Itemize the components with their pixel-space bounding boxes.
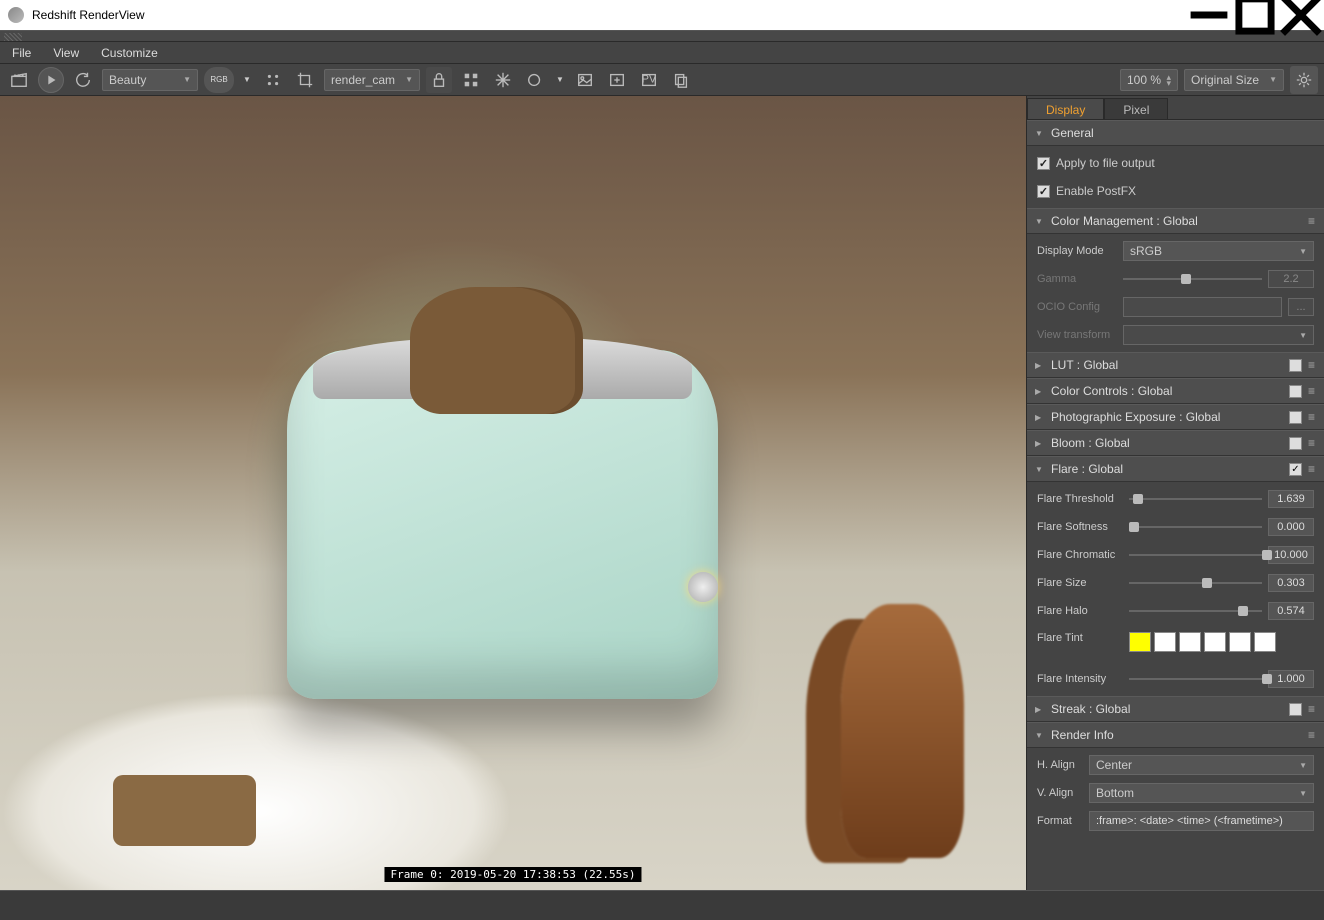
- view-transform-dropdown: ▼: [1123, 325, 1314, 345]
- valign-dropdown[interactable]: Bottom▼: [1089, 783, 1314, 803]
- flare-chromatic-slider[interactable]: [1129, 548, 1262, 562]
- window-title: Redshift RenderView: [32, 8, 1186, 22]
- circle-icon[interactable]: [522, 67, 548, 93]
- play-button[interactable]: [38, 67, 64, 93]
- ocio-config-field: [1123, 297, 1282, 317]
- gamma-value: 2.2: [1268, 270, 1314, 288]
- scene-toast: [410, 287, 574, 414]
- flare-threshold-value[interactable]: 1.639: [1268, 490, 1314, 508]
- apply-file-output-checkbox[interactable]: ✓: [1037, 157, 1050, 170]
- toolbar: Beauty▼ RGB ▼ render_cam▼ ▼ PV 100 %▴▾ O…: [0, 64, 1324, 96]
- section-flare-header[interactable]: ▼Flare : Global✓≡: [1027, 456, 1324, 482]
- panel-tabs: Display Pixel: [1027, 96, 1324, 120]
- flare-tint-swatch-5[interactable]: [1254, 632, 1276, 652]
- flare-size-slider[interactable]: [1129, 576, 1262, 590]
- flare-tint-swatch-3[interactable]: [1204, 632, 1226, 652]
- scene-shakers: [841, 604, 964, 858]
- flare-tint-swatch-2[interactable]: [1179, 632, 1201, 652]
- bloom-enable-checkbox[interactable]: [1289, 437, 1302, 450]
- menu-view[interactable]: View: [47, 44, 85, 62]
- flare-tint-swatch-1[interactable]: [1154, 632, 1176, 652]
- close-button[interactable]: [1278, 0, 1324, 30]
- dock-grip[interactable]: [0, 30, 1324, 42]
- maximize-button[interactable]: [1232, 0, 1278, 30]
- flare-tint-swatch-0[interactable]: [1129, 632, 1151, 652]
- copy-icon[interactable]: [668, 67, 694, 93]
- window-titlebar: Redshift RenderView: [0, 0, 1324, 30]
- flare-halo-value[interactable]: 0.574: [1268, 602, 1314, 620]
- menubar: File View Customize: [0, 42, 1324, 64]
- section-color-controls-header[interactable]: ▶Color Controls : Global≡: [1027, 378, 1324, 404]
- photo-exposure-enable-checkbox[interactable]: [1289, 411, 1302, 424]
- grid-icon[interactable]: [458, 67, 484, 93]
- properties-panel: Display Pixel ▼General ✓ Apply to file o…: [1026, 96, 1324, 890]
- svg-text:PV: PV: [642, 73, 657, 85]
- flare-softness-slider[interactable]: [1129, 520, 1262, 534]
- flare-size-value[interactable]: 0.303: [1268, 574, 1314, 592]
- menu-icon[interactable]: ≡: [1308, 214, 1316, 228]
- flare-tint-swatch-4[interactable]: [1229, 632, 1251, 652]
- channel-menu-arrow[interactable]: ▼: [240, 67, 254, 93]
- flare-intensity-slider[interactable]: [1129, 672, 1262, 686]
- display-mode-dropdown[interactable]: sRGB▼: [1123, 241, 1314, 261]
- pv-icon[interactable]: PV: [636, 67, 662, 93]
- flare-chromatic-value[interactable]: 10.000: [1268, 546, 1314, 564]
- circle-menu-arrow[interactable]: ▼: [554, 67, 566, 93]
- lut-enable-checkbox[interactable]: [1289, 359, 1302, 372]
- camera-value: render_cam: [331, 73, 395, 87]
- section-bloom-header[interactable]: ▶Bloom : Global≡: [1027, 430, 1324, 456]
- settings-gear-icon[interactable]: [1290, 66, 1318, 94]
- rgb-channel-button[interactable]: RGB: [204, 67, 234, 93]
- ocio-browse-button: ...: [1288, 298, 1314, 316]
- enable-postfx-label: Enable PostFX: [1056, 184, 1136, 198]
- gamma-slider: [1123, 272, 1262, 286]
- size-dropdown[interactable]: Original Size▼: [1184, 69, 1284, 91]
- section-lut-header[interactable]: ▶LUT : Global≡: [1027, 352, 1324, 378]
- section-photo-exposure-header[interactable]: ▶Photographic Exposure : Global≡: [1027, 404, 1324, 430]
- refresh-icon[interactable]: [70, 67, 96, 93]
- lock-icon[interactable]: [426, 67, 452, 93]
- minimize-button[interactable]: [1186, 0, 1232, 30]
- flare-intensity-value[interactable]: 1.000: [1268, 670, 1314, 688]
- statusbar: [0, 890, 1324, 920]
- flare-softness-value[interactable]: 0.000: [1268, 518, 1314, 536]
- section-general-header[interactable]: ▼General: [1027, 120, 1324, 146]
- streak-enable-checkbox[interactable]: [1289, 703, 1302, 716]
- camera-dropdown[interactable]: render_cam▼: [324, 69, 420, 91]
- freeze-icon[interactable]: [490, 67, 516, 93]
- color-controls-enable-checkbox[interactable]: [1289, 385, 1302, 398]
- scene-plate: [0, 692, 513, 891]
- tab-display[interactable]: Display: [1027, 98, 1104, 119]
- clapperboard-icon[interactable]: [6, 67, 32, 93]
- zoom-field[interactable]: 100 %▴▾: [1120, 69, 1178, 91]
- render-viewport[interactable]: Frame 0: 2019-05-20 17:38:53 (22.55s): [0, 96, 1026, 890]
- crop-icon[interactable]: [292, 67, 318, 93]
- grip-dots-icon[interactable]: [260, 67, 286, 93]
- flare-enable-checkbox[interactable]: ✓: [1289, 463, 1302, 476]
- aov-value: Beauty: [109, 73, 146, 87]
- halign-dropdown[interactable]: Center▼: [1089, 755, 1314, 775]
- aov-dropdown[interactable]: Beauty▼: [102, 69, 198, 91]
- flare-threshold-slider[interactable]: [1129, 492, 1262, 506]
- enable-postfx-checkbox[interactable]: ✓: [1037, 185, 1050, 198]
- section-streak-header[interactable]: ▶Streak : Global≡: [1027, 696, 1324, 722]
- flare-halo-slider[interactable]: [1129, 604, 1262, 618]
- format-input[interactable]: :frame>: <date> <time> (<frametime>): [1089, 811, 1314, 831]
- apply-file-output-label: Apply to file output: [1056, 156, 1155, 170]
- app-logo-icon: [8, 7, 24, 23]
- frame-info-label: Frame 0: 2019-05-20 17:38:53 (22.55s): [384, 867, 641, 882]
- image-icon[interactable]: [572, 67, 598, 93]
- section-render-info-header[interactable]: ▼Render Info≡: [1027, 722, 1324, 748]
- snapshot-add-icon[interactable]: [604, 67, 630, 93]
- menu-file[interactable]: File: [6, 44, 37, 62]
- menu-customize[interactable]: Customize: [95, 44, 164, 62]
- section-color-mgmt-header[interactable]: ▼Color Management : Global≡: [1027, 208, 1324, 234]
- tab-pixel[interactable]: Pixel: [1104, 98, 1168, 119]
